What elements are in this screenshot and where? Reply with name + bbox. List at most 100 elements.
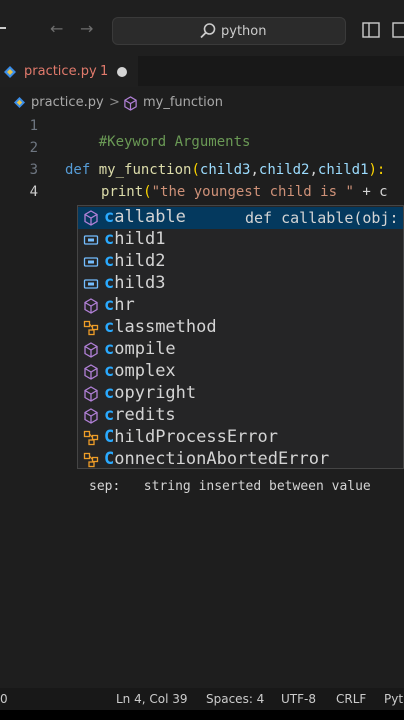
toggle-panel-icon[interactable] <box>392 22 404 38</box>
suggestion-item[interactable]: chr <box>78 295 403 317</box>
suggestion-label: ConnectionAbortedError <box>104 449 330 469</box>
tab-label: practice.py <box>24 64 97 79</box>
method-cube-icon <box>84 408 98 424</box>
suggestion-rest: allable <box>114 207 186 227</box>
code-line-1: #Keyword Arguments <box>65 118 251 166</box>
class-icon <box>83 452 99 468</box>
status-encoding[interactable]: UTF-8 <box>281 692 316 706</box>
suggestion-label: callable <box>104 207 186 227</box>
suggestion-item[interactable]: copyright <box>78 383 403 405</box>
function-name-token: my_function <box>98 162 192 178</box>
status-eol[interactable]: CRLF <box>336 692 366 706</box>
title-bar: ← → python <box>0 0 404 56</box>
line-number: 4 <box>29 184 38 200</box>
variable-icon <box>83 235 99 245</box>
status-bar: 0 Ln 4, Col 39 Spaces: 4 UTF-8 CRLF Pyt <box>0 688 404 710</box>
paren-token: ( <box>191 162 200 178</box>
suggestion-label: ChildProcessError <box>104 427 278 447</box>
suggestion-label: compile <box>104 339 176 359</box>
suggestion-item[interactable]: ChildProcessError <box>78 427 403 449</box>
python-file-icon <box>4 66 16 78</box>
suggestion-rest: hildProcessError <box>114 427 279 447</box>
status-indentation[interactable]: Spaces: 4 <box>206 692 264 706</box>
suggestion-match: c <box>104 339 115 359</box>
suggestion-item[interactable]: child3 <box>78 273 403 295</box>
method-cube-icon <box>84 364 98 380</box>
suggestion-match: c <box>104 383 115 403</box>
suggestion-item[interactable]: complex <box>78 361 403 383</box>
suggestion-item[interactable]: child2 <box>78 251 403 273</box>
forward-arrow-icon[interactable]: → <box>80 19 93 38</box>
tab-problem-count: 1 <box>100 64 109 79</box>
class-icon <box>83 320 99 336</box>
suggestion-match: c <box>104 207 115 227</box>
suggestion-match: c <box>104 405 115 425</box>
tab-bar: practice.py 1 <box>0 56 404 87</box>
suggestion-item[interactable]: child1 <box>78 229 403 251</box>
suggestion-item[interactable]: ConnectionAbortedError <box>78 449 403 469</box>
line-number: 2 <box>29 140 38 156</box>
method-cube-icon <box>84 342 98 358</box>
suggestion-rest: hild2 <box>114 251 166 271</box>
breadcrumb-separator: > <box>109 95 120 110</box>
suggestion-item[interactable]: compile <box>78 339 403 361</box>
paren-token: ): <box>368 162 386 178</box>
unsaved-dot-icon[interactable] <box>117 67 127 77</box>
suggestion-rest: onnectionAbortedError <box>114 449 330 469</box>
command-center-search[interactable]: python <box>112 17 346 45</box>
breadcrumb-file[interactable]: practice.py <box>31 95 104 110</box>
paren-token: ( <box>143 184 152 200</box>
search-text: python <box>221 24 267 39</box>
suggestion-item[interactable]: credits <box>78 405 403 427</box>
param-token: child2 <box>258 162 310 178</box>
toggle-sidebar-icon[interactable] <box>362 22 380 38</box>
back-arrow-icon[interactable]: ← <box>50 19 63 38</box>
suggestion-match: c <box>104 317 115 337</box>
parameter-hint: sep: string inserted between value <box>89 479 371 494</box>
status-language[interactable]: Pyt <box>384 692 403 706</box>
suggestion-label: copyright <box>104 383 196 403</box>
suggestion-rest: ompile <box>114 339 176 359</box>
suggestion-match: C <box>104 427 115 447</box>
suggestion-rest: redits <box>114 405 176 425</box>
code-line-3: def my_function(child3,child2,child1): <box>65 162 385 178</box>
line-number: 1 <box>29 118 38 134</box>
tab-practice-py[interactable]: practice.py 1 <box>0 56 138 87</box>
method-cube-icon <box>124 96 137 111</box>
suggestion-match: c <box>104 361 115 381</box>
suggestion-rest: hr <box>114 295 135 315</box>
suggestion-detail: def callable(obj: <box>245 209 399 227</box>
method-cube-icon <box>84 298 98 314</box>
line-number: 3 <box>29 162 38 178</box>
string-token: "the youngest child is " <box>151 184 354 200</box>
code-line-4: print("the youngest child is " + c <box>101 184 388 200</box>
status-problems[interactable]: 0 <box>0 692 8 706</box>
suggestion-item[interactable]: callable def callable(obj: <box>78 207 403 229</box>
comma-token: , <box>309 162 318 178</box>
suggestion-rest: omplex <box>114 361 176 381</box>
comma-token: , <box>250 162 259 178</box>
param-token: child1 <box>317 162 369 178</box>
keyword-token: def <box>65 162 91 178</box>
bottom-strip <box>0 710 404 720</box>
suggestion-match: c <box>104 251 115 271</box>
breadcrumb-symbol[interactable]: my_function <box>143 95 223 110</box>
search-icon <box>200 23 216 39</box>
suggestion-label: chr <box>104 295 135 315</box>
autocomplete-suggestions[interactable]: callable def callable(obj: child1 child2 chi… <box>77 205 404 469</box>
suggestion-match: c <box>104 229 115 249</box>
python-file-icon <box>14 97 25 108</box>
suggestion-item[interactable]: classmethod <box>78 317 403 339</box>
suggestion-label: child2 <box>104 251 165 271</box>
method-cube-icon <box>84 210 98 226</box>
status-cursor-position[interactable]: Ln 4, Col 39 <box>116 692 188 706</box>
suggestion-label: classmethod <box>104 317 217 337</box>
suggestion-rest: hild3 <box>114 273 166 293</box>
suggestion-label: child1 <box>104 229 165 249</box>
suggestion-rest: opyright <box>114 383 197 403</box>
suggestion-label: complex <box>104 361 176 381</box>
menu-icon[interactable] <box>0 27 6 29</box>
variable-icon <box>83 257 99 267</box>
class-icon <box>83 430 99 446</box>
suggestion-label: credits <box>104 405 176 425</box>
